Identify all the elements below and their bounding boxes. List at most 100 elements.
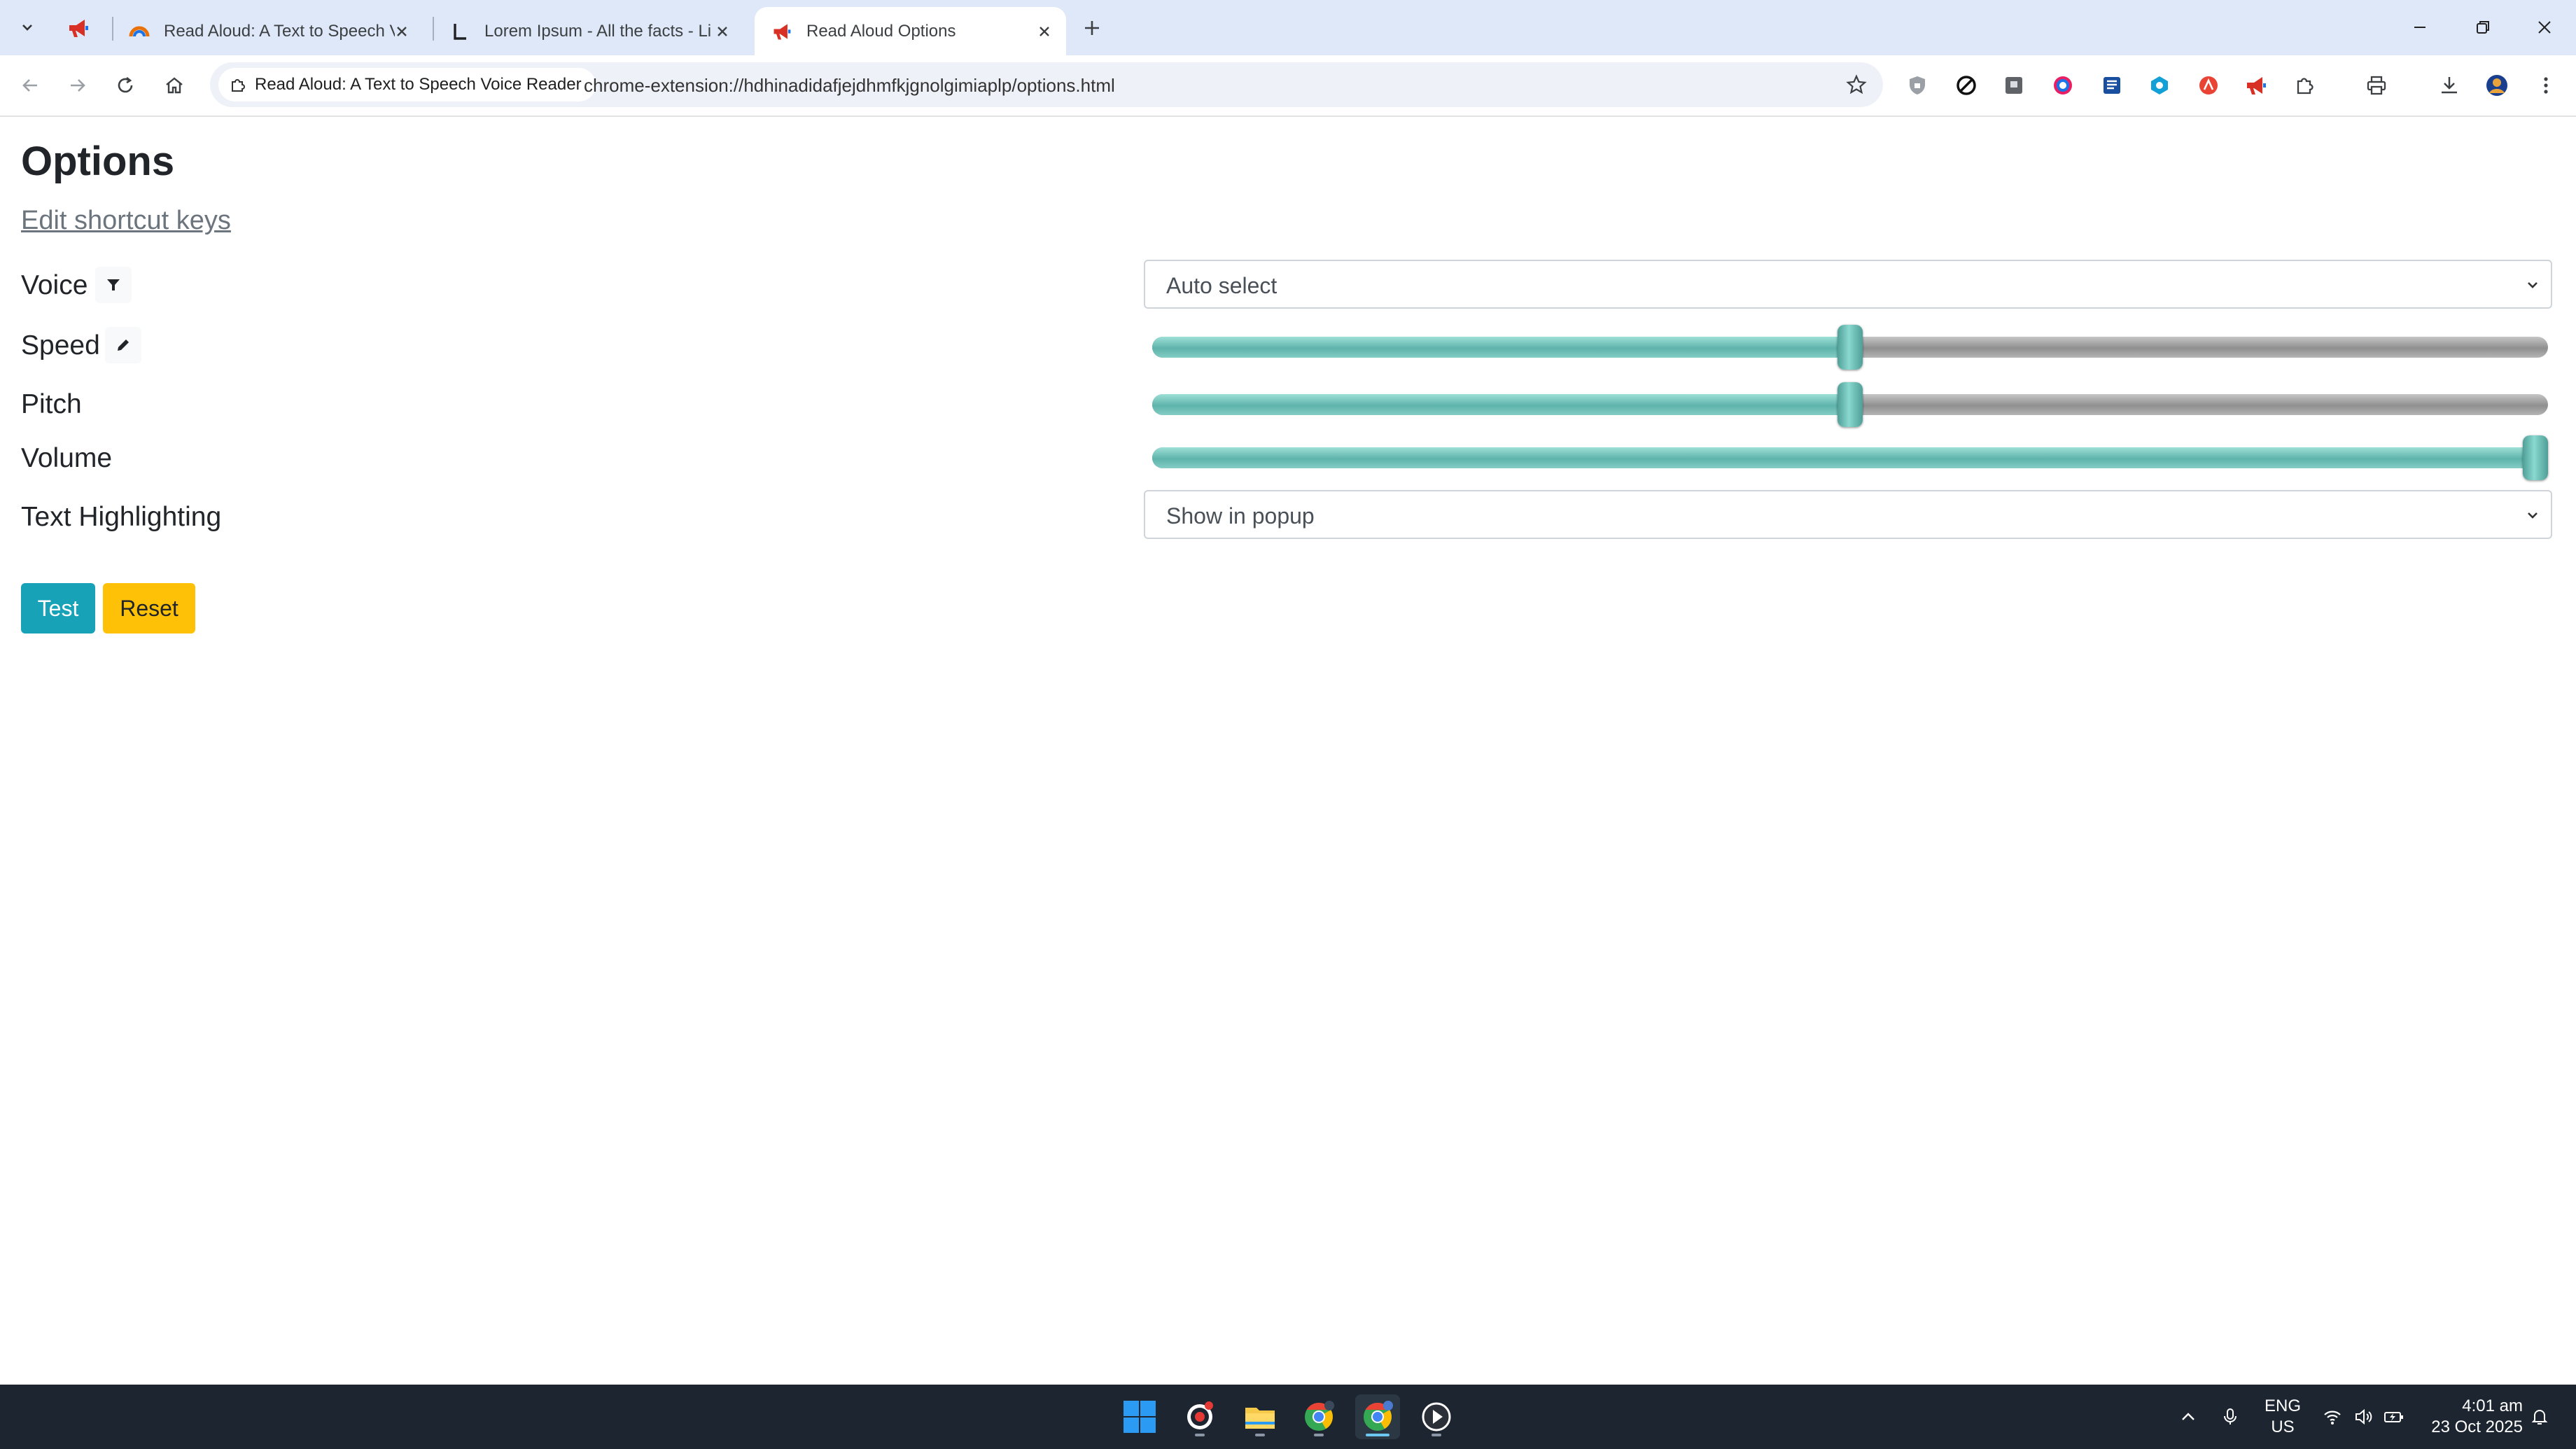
close-icon[interactable]	[1034, 21, 1055, 42]
input-language[interactable]: ENG US	[2262, 1396, 2303, 1438]
tab-title: Read Aloud Options	[806, 21, 956, 41]
pencil-icon	[118, 340, 129, 351]
notification-bell-icon[interactable]	[2527, 1404, 2552, 1429]
test-button[interactable]: Test	[21, 583, 95, 634]
extensions-puzzle-icon[interactable]	[2289, 69, 2321, 102]
slider-fill	[1152, 394, 1850, 415]
volume-slider[interactable]	[1152, 435, 2548, 480]
back-arrow-icon	[22, 79, 37, 92]
speed-edit-button[interactable]	[105, 327, 141, 363]
shield-extension-icon[interactable]	[1901, 69, 1933, 102]
running-indicator	[1314, 1434, 1324, 1436]
home-button[interactable]	[158, 69, 190, 102]
acrobat-extension-icon[interactable]	[2192, 69, 2225, 102]
play-icon	[1422, 1402, 1451, 1432]
battery-icon[interactable]	[2381, 1404, 2407, 1429]
language-code: ENG	[2264, 1396, 2301, 1415]
close-icon[interactable]	[712, 21, 733, 42]
chrome-icon	[1305, 1401, 1334, 1431]
running-indicator	[1432, 1434, 1441, 1436]
read-aloud-rainbow-icon	[127, 20, 151, 43]
pinned-tab-read-aloud[interactable]	[63, 13, 94, 43]
speed-slider[interactable]	[1152, 325, 2548, 370]
site-chip-label: Read Aloud: A Text to Speech Voice Reade…	[255, 75, 582, 94]
close-icon	[2538, 21, 2551, 34]
browser-toolbar: Read Aloud: A Text to Speech Voice Reade…	[0, 55, 2576, 117]
reload-icon	[118, 76, 133, 93]
square-extension-icon[interactable]	[1998, 69, 2030, 102]
slider-thumb[interactable]	[2523, 435, 2548, 480]
megaphone-icon	[2247, 77, 2266, 94]
voice-filter-button[interactable]	[95, 267, 132, 303]
plus-icon	[1085, 21, 1099, 35]
url-text[interactable]: chrome-extension://hdhinadidafjejdhmfkjg…	[584, 75, 1115, 97]
megaphone-icon	[770, 20, 794, 43]
slider-fill	[1152, 337, 1850, 358]
forward-arrow-icon	[71, 79, 85, 92]
back-button[interactable]	[14, 69, 46, 102]
filter-funnel-icon	[107, 279, 120, 290]
chrome-icon	[1364, 1401, 1393, 1431]
megaphone-icon	[69, 20, 88, 37]
restore-button[interactable]	[2458, 11, 2507, 43]
taskbar-chrome-1[interactable]	[1296, 1394, 1341, 1439]
speaker-icon[interactable]	[2351, 1404, 2376, 1429]
chevron-down-icon	[2524, 276, 2541, 293]
restore-icon	[2477, 21, 2489, 34]
active-indicator	[1366, 1434, 1390, 1436]
print-icon[interactable]	[2360, 69, 2393, 102]
pitch-slider[interactable]	[1152, 382, 2548, 427]
blue-extension-icon[interactable]	[2143, 69, 2176, 102]
tab-search-button[interactable]	[15, 15, 39, 39]
microphone-icon[interactable]	[2218, 1404, 2243, 1429]
tab-read-aloud[interactable]: Read Aloud: A Text to Speech V	[112, 7, 424, 55]
recorder-app-icon	[1187, 1401, 1213, 1429]
wifi-icon[interactable]	[2320, 1404, 2345, 1429]
close-window-button[interactable]	[2520, 11, 2569, 43]
slider-fill	[1152, 447, 2548, 468]
reload-button[interactable]	[109, 69, 141, 102]
bookmark-star-icon[interactable]	[1844, 72, 1869, 97]
running-indicator	[1195, 1434, 1205, 1436]
taskbar-app-recorder[interactable]	[1177, 1394, 1222, 1439]
minimize-button[interactable]	[2395, 11, 2444, 43]
clock-time: 4:01 am	[2462, 1396, 2523, 1415]
download-icon[interactable]	[2433, 69, 2465, 102]
text-highlighting-select-value: Show in popup	[1166, 503, 1315, 528]
show-hidden-icons-chevron-icon[interactable]	[2176, 1404, 2201, 1429]
tab-strip: Read Aloud: A Text to Speech V Lorem Ips…	[0, 0, 2576, 55]
start-button[interactable]	[1117, 1394, 1162, 1439]
edit-shortcut-keys-link[interactable]: Edit shortcut keys	[21, 206, 231, 236]
tab-lorem-ipsum[interactable]: Lorem Ipsum - All the facts - Li	[433, 7, 744, 55]
region-code: US	[2271, 1418, 2295, 1436]
close-icon[interactable]	[391, 21, 412, 42]
voice-select[interactable]: Auto select	[1144, 260, 2552, 309]
tab-read-aloud-options[interactable]: Read Aloud Options	[755, 7, 1066, 55]
forward-button[interactable]	[62, 69, 94, 102]
page-title: Options	[21, 139, 175, 184]
taskbar-media-player[interactable]	[1414, 1394, 1459, 1439]
profile-avatar-icon[interactable]	[2481, 69, 2513, 102]
volume-label: Volume	[21, 443, 113, 473]
slider-thumb[interactable]	[1837, 325, 1863, 370]
voice-select-value: Auto select	[1166, 273, 1278, 298]
folder-icon	[1245, 1408, 1275, 1429]
address-bar[interactable]: Read Aloud: A Text to Speech Voice Reade…	[210, 62, 1883, 107]
color-picker-extension-icon[interactable]	[2047, 69, 2079, 102]
text-highlighting-select[interactable]: Show in popup	[1144, 490, 2552, 539]
slider-thumb[interactable]	[1837, 382, 1863, 427]
read-aloud-extension-icon[interactable]	[2240, 69, 2272, 102]
lipsum-logo-icon	[448, 20, 472, 43]
reader-extension-icon[interactable]	[2096, 69, 2128, 102]
reset-button[interactable]: Reset	[103, 583, 195, 634]
clock[interactable]: 4:01 am 23 Oct 2025	[2418, 1396, 2523, 1438]
block-extension-icon[interactable]	[1950, 69, 1982, 102]
taskbar-chrome-2-active[interactable]	[1355, 1394, 1400, 1439]
taskbar-file-explorer[interactable]	[1238, 1394, 1282, 1439]
home-icon	[166, 77, 183, 94]
clock-date: 23 Oct 2025	[2431, 1418, 2523, 1436]
menu-kebab-icon[interactable]	[2530, 69, 2562, 102]
new-tab-button[interactable]	[1078, 14, 1106, 42]
minimize-icon	[2414, 27, 2426, 28]
site-info-chip[interactable]: Read Aloud: A Text to Speech Voice Reade…	[218, 68, 596, 102]
